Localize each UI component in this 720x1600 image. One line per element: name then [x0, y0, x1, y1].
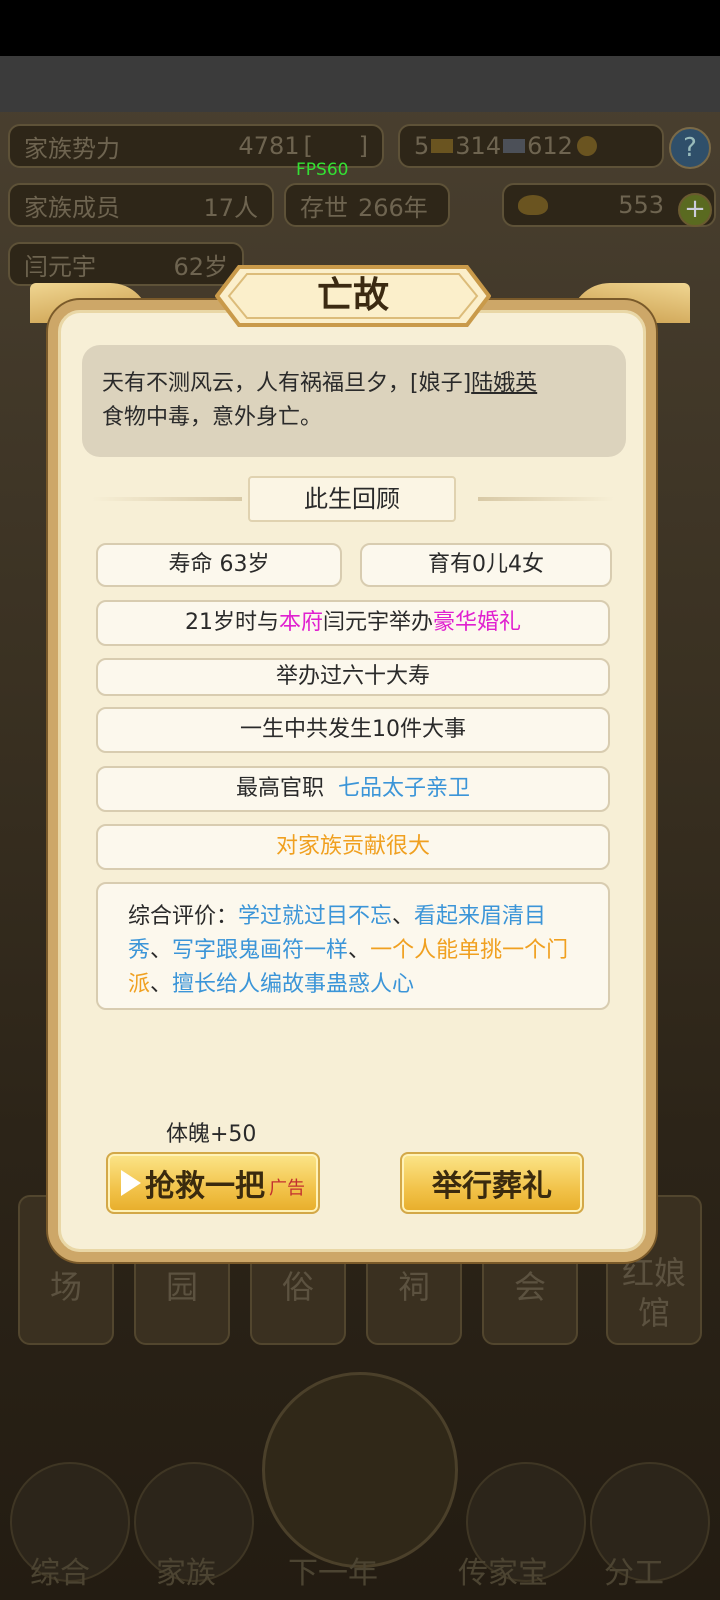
story-prefix: 天有不测风云，人有祸福旦夕，[娘子] [102, 371, 472, 396]
birthday-card: 举办过六十大寿 [96, 658, 610, 696]
marriage-card: 21岁时与本府闫元宇举办豪华婚礼 [96, 600, 610, 646]
rescue-label: 抢救一把 [145, 1169, 265, 1204]
gold-bar-count: 5 [414, 132, 430, 160]
silver-icon [503, 139, 526, 153]
influence-label: 家族势力 [24, 134, 120, 163]
rescue-reward: 体魄+50 [166, 1122, 257, 1147]
evaluation-label: 综合评价： [128, 904, 239, 929]
years-value: 266年 [358, 193, 428, 222]
trait-sep: 、 [348, 938, 371, 963]
marriage-prefix: 21岁时与 [184, 610, 279, 635]
marriage-house: 本府 [278, 610, 323, 635]
title-plaque: 亡故 [215, 265, 491, 327]
help-button[interactable]: ? [669, 127, 711, 169]
yuanbao-value: 553 [618, 191, 664, 219]
members-label: 家族成员 [24, 193, 120, 222]
years-label: 存世 [300, 193, 348, 222]
story-suffix: 食物中毒，意外身亡。 [102, 405, 323, 430]
yuanbao-icon [518, 195, 548, 215]
nav-overview: 综合 [30, 1556, 90, 1591]
review-title: 此生回顾 [248, 476, 456, 522]
birthday-text: 举办过六十大寿 [275, 664, 430, 689]
office-value: 七品太子亲卫 [338, 776, 471, 801]
divider-left [92, 497, 242, 501]
trait-sep: 、 [150, 972, 173, 997]
background-strip [0, 56, 720, 112]
children-text: 育有0儿4女 [428, 552, 544, 577]
currency-panel: 5 314 612 [398, 124, 664, 168]
nav-family: 家族 [156, 1556, 216, 1591]
person-name: 闫元宇 [24, 252, 96, 281]
events-card: 一生中共发生10件大事 [96, 707, 610, 753]
rescue-ad-button[interactable]: 抢救一把 广告 [106, 1152, 320, 1214]
hold-funeral-button[interactable]: 举行葬礼 [400, 1152, 584, 1214]
marriage-mid: 闫元宇举办 [322, 610, 433, 635]
office-card: 最高官职 七品太子亲卫 [96, 766, 610, 812]
years-panel: 存世 266年 [284, 183, 450, 227]
contribution-text: 对家族贡献很大 [275, 834, 430, 859]
fps-counter: FPS60 [296, 160, 349, 180]
next-year-medallion [262, 1372, 458, 1568]
children-card: 育有0儿4女 [360, 543, 612, 587]
marriage-type: 豪华婚礼 [433, 610, 522, 635]
members-value: 17人 [203, 193, 258, 222]
lifespan-text: 寿命 63岁 [168, 552, 270, 577]
evaluation-card: 综合评价：学过就过目不忘、看起来眉清目秀、写字跟鬼画符一样、一个人能单挑一个门派… [96, 882, 610, 1010]
gold-bar-icon [431, 139, 454, 153]
nav-next-year: 下一年 [288, 1556, 378, 1591]
gold-ingot-count: 314 [455, 132, 502, 160]
members-panel: 家族成员 17人 [8, 183, 274, 227]
nav-duty: 分工 [604, 1556, 664, 1591]
contribution-card: 对家族贡献很大 [96, 824, 610, 870]
ad-tag: 广告 [269, 1178, 305, 1199]
influence-value: 4781 [238, 132, 300, 160]
coin-icon [576, 136, 597, 156]
nav-heirloom: 传家宝 [458, 1556, 548, 1591]
person-panel: 闫元宇 62岁 [8, 242, 244, 286]
trait-3: 写字跟鬼画符一样 [172, 938, 349, 963]
trait-1: 学过就过目不忘 [238, 904, 393, 929]
deceased-name: 陆娥英 [471, 371, 538, 396]
trait-5: 擅长给人编故事蛊惑人心 [172, 972, 415, 997]
trait-sep: 、 [392, 904, 415, 929]
status-bar [0, 0, 720, 56]
divider-right [478, 497, 614, 501]
office-label: 最高官职 [235, 776, 324, 801]
dialog-title: 亡故 [316, 275, 389, 316]
events-text: 一生中共发生10件大事 [240, 717, 466, 742]
funeral-label: 举行葬礼 [432, 1169, 552, 1204]
silver-count: 612 [527, 132, 573, 160]
death-story: 天有不测风云，人有祸福旦夕，[娘子]陆娥英 食物中毒，意外身亡。 [82, 345, 626, 457]
lifespan-card: 寿命 63岁 [96, 543, 342, 587]
add-yuanbao-button[interactable]: + [678, 193, 712, 227]
trait-sep: 、 [150, 938, 173, 963]
play-icon [121, 1170, 141, 1196]
